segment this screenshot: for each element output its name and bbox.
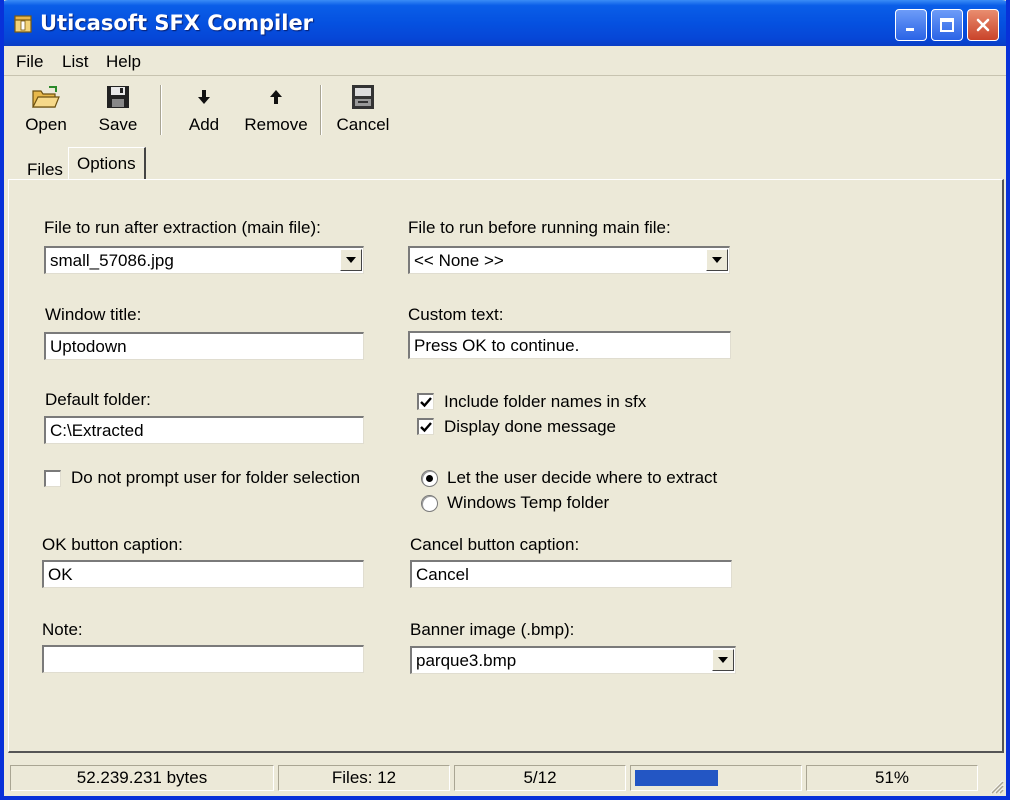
arrow-down-icon [198,90,210,104]
default-folder-input[interactable]: C:\Extracted [44,416,364,444]
note-label: Note: [42,620,83,639]
menu-bar: File List Help [4,46,1006,76]
window-title: Uticasoft SFX Compiler [40,11,314,35]
close-button[interactable] [967,9,999,41]
note-input[interactable] [42,645,364,673]
chevron-down-icon [718,657,728,663]
add-button[interactable]: Add [182,83,226,139]
main-file-label: File to run after extraction (main file)… [44,218,321,237]
cancel-caption-input[interactable]: Cancel [410,560,732,588]
ok-caption-label: OK button caption: [42,535,183,554]
status-files: Files: 12 [278,765,450,791]
app-window: Uticasoft SFX Compiler File List Help Op… [0,0,1010,800]
no-prompt-label[interactable]: Do not prompt user for folder selection [71,468,360,488]
cancel-label: Cancel [336,115,390,134]
remove-label: Remove [244,115,308,134]
display-done-checkbox[interactable] [417,418,434,435]
custom-text-label: Custom text: [408,305,504,324]
banner-dropdown-button[interactable] [712,649,734,671]
display-done-label[interactable]: Display done message [444,417,616,437]
open-label: Open [25,115,67,134]
checkmark-icon [420,397,432,408]
close-icon [976,18,990,32]
title-bar[interactable]: Uticasoft SFX Compiler [4,0,1006,46]
custom-text-input[interactable]: Press OK to continue. [408,331,731,359]
menu-list[interactable]: List [62,52,88,72]
app-icon [14,15,32,33]
window-title-label: Window title: [45,305,142,324]
open-button[interactable]: Open [20,83,72,139]
maximize-icon [940,18,954,32]
chevron-down-icon [712,257,722,263]
status-bar: 52.239.231 bytes Files: 12 5/12 51% [4,760,1006,796]
default-folder-label: Default folder: [45,390,151,409]
save-label: Save [98,115,138,134]
banner-value: parque3.bmp [416,651,517,670]
cancel-button[interactable]: Cancel [336,83,390,139]
radio-user-decide[interactable] [421,470,438,487]
no-prompt-checkbox[interactable] [44,470,61,487]
include-folder-names-checkbox[interactable] [417,393,434,410]
radio-temp-folder[interactable] [421,495,438,512]
tab-strip: Files Options [4,145,1006,181]
minimize-icon [906,28,914,31]
cancel-caption-label: Cancel button caption: [410,535,580,554]
pre-file-value: << None >> [414,251,504,270]
minimize-button[interactable] [895,9,927,41]
toolbar-separator [320,85,322,135]
main-file-dropdown-button[interactable] [340,249,362,271]
status-percent: 51% [806,765,978,791]
radio-user-decide-label[interactable]: Let the user decide where to extract [447,468,717,488]
chevron-down-icon [346,257,356,263]
progress-bar [630,765,802,791]
progress-fill [635,770,718,786]
save-disk-icon [107,86,129,108]
pre-file-label: File to run before running main file: [408,218,671,237]
remove-button[interactable]: Remove [242,83,310,139]
save-button[interactable]: Save [94,83,142,139]
ok-caption-input[interactable]: OK [42,560,364,588]
arrow-up-icon [270,90,282,104]
window-title-input[interactable]: Uptodown [44,332,364,360]
pre-file-dropdown-button[interactable] [706,249,728,271]
pre-file-select[interactable]: << None >> [408,246,730,274]
status-bytes: 52.239.231 bytes [10,765,274,791]
add-label: Add [188,115,220,134]
options-panel: File to run after extraction (main file)… [8,179,1004,753]
radio-selected-dot [426,475,433,482]
main-file-select[interactable]: small_57086.jpg [44,246,364,274]
tab-options[interactable]: Options [68,147,146,181]
menu-file[interactable]: File [16,52,43,72]
open-folder-icon [32,86,60,108]
maximize-button[interactable] [931,9,963,41]
menu-help[interactable]: Help [106,52,141,72]
main-file-value: small_57086.jpg [50,251,174,270]
resize-grip-icon[interactable] [986,776,1004,794]
toolbar-separator [160,85,162,135]
radio-temp-folder-label[interactable]: Windows Temp folder [447,493,609,513]
include-folder-names-label[interactable]: Include folder names in sfx [444,392,646,412]
status-count: 5/12 [454,765,626,791]
banner-label: Banner image (.bmp): [410,620,575,639]
toolbar: Open Save Add Remove Cancel [4,77,1006,143]
banner-select[interactable]: parque3.bmp [410,646,736,674]
checkmark-icon [420,422,432,433]
cancel-monitor-icon [352,85,374,109]
